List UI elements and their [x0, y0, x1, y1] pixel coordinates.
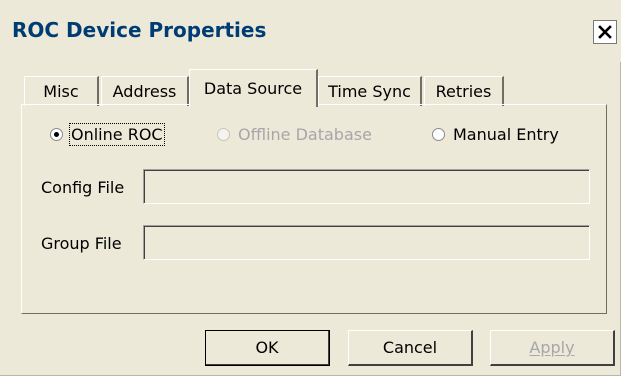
cancel-button[interactable]: Cancel: [348, 330, 473, 366]
tab-retries-label: Retries: [435, 82, 492, 101]
config-file-label: Config File: [41, 178, 125, 197]
group-file-field: [143, 225, 590, 260]
radio-offline-database: Offline Database: [217, 125, 372, 144]
cancel-button-label: Cancel: [382, 338, 438, 357]
title-bar[interactable]: ROC Device Properties: [0, 0, 621, 62]
radio-offline-database-label: Offline Database: [238, 125, 372, 144]
tab-time-sync-label: Time Sync: [328, 82, 411, 101]
config-file-field: [143, 169, 590, 204]
radio-manual-entry-label: Manual Entry: [453, 125, 559, 144]
ok-button[interactable]: OK: [205, 330, 330, 366]
close-icon: [598, 25, 612, 39]
apply-button-label: Apply: [529, 338, 575, 357]
tab-data-source-label: Data Source: [203, 79, 303, 98]
radio-online-roc[interactable]: Online ROC: [50, 123, 165, 146]
close-button[interactable]: [593, 20, 617, 44]
radio-online-roc-button[interactable]: [50, 128, 63, 141]
roc-device-properties-dialog: ROC Device Properties Misc Address Data …: [0, 0, 621, 376]
tab-retries[interactable]: Retries: [424, 76, 504, 106]
tab-address-label: Address: [112, 82, 177, 101]
tab-data-source[interactable]: Data Source: [189, 69, 318, 107]
radio-manual-entry-button[interactable]: [432, 128, 445, 141]
radio-manual-entry[interactable]: Manual Entry: [432, 125, 559, 144]
window-title: ROC Device Properties: [12, 18, 267, 42]
radio-online-roc-label: Online ROC: [69, 123, 165, 146]
tab-time-sync[interactable]: Time Sync: [318, 76, 422, 106]
radio-offline-database-button: [217, 128, 230, 141]
group-file-label: Group File: [41, 234, 122, 253]
tab-misc[interactable]: Misc: [24, 76, 99, 106]
apply-button: Apply: [490, 330, 615, 366]
tab-misc-label: Misc: [43, 82, 79, 101]
tab-address[interactable]: Address: [101, 76, 189, 106]
ok-button-label: OK: [255, 338, 279, 357]
